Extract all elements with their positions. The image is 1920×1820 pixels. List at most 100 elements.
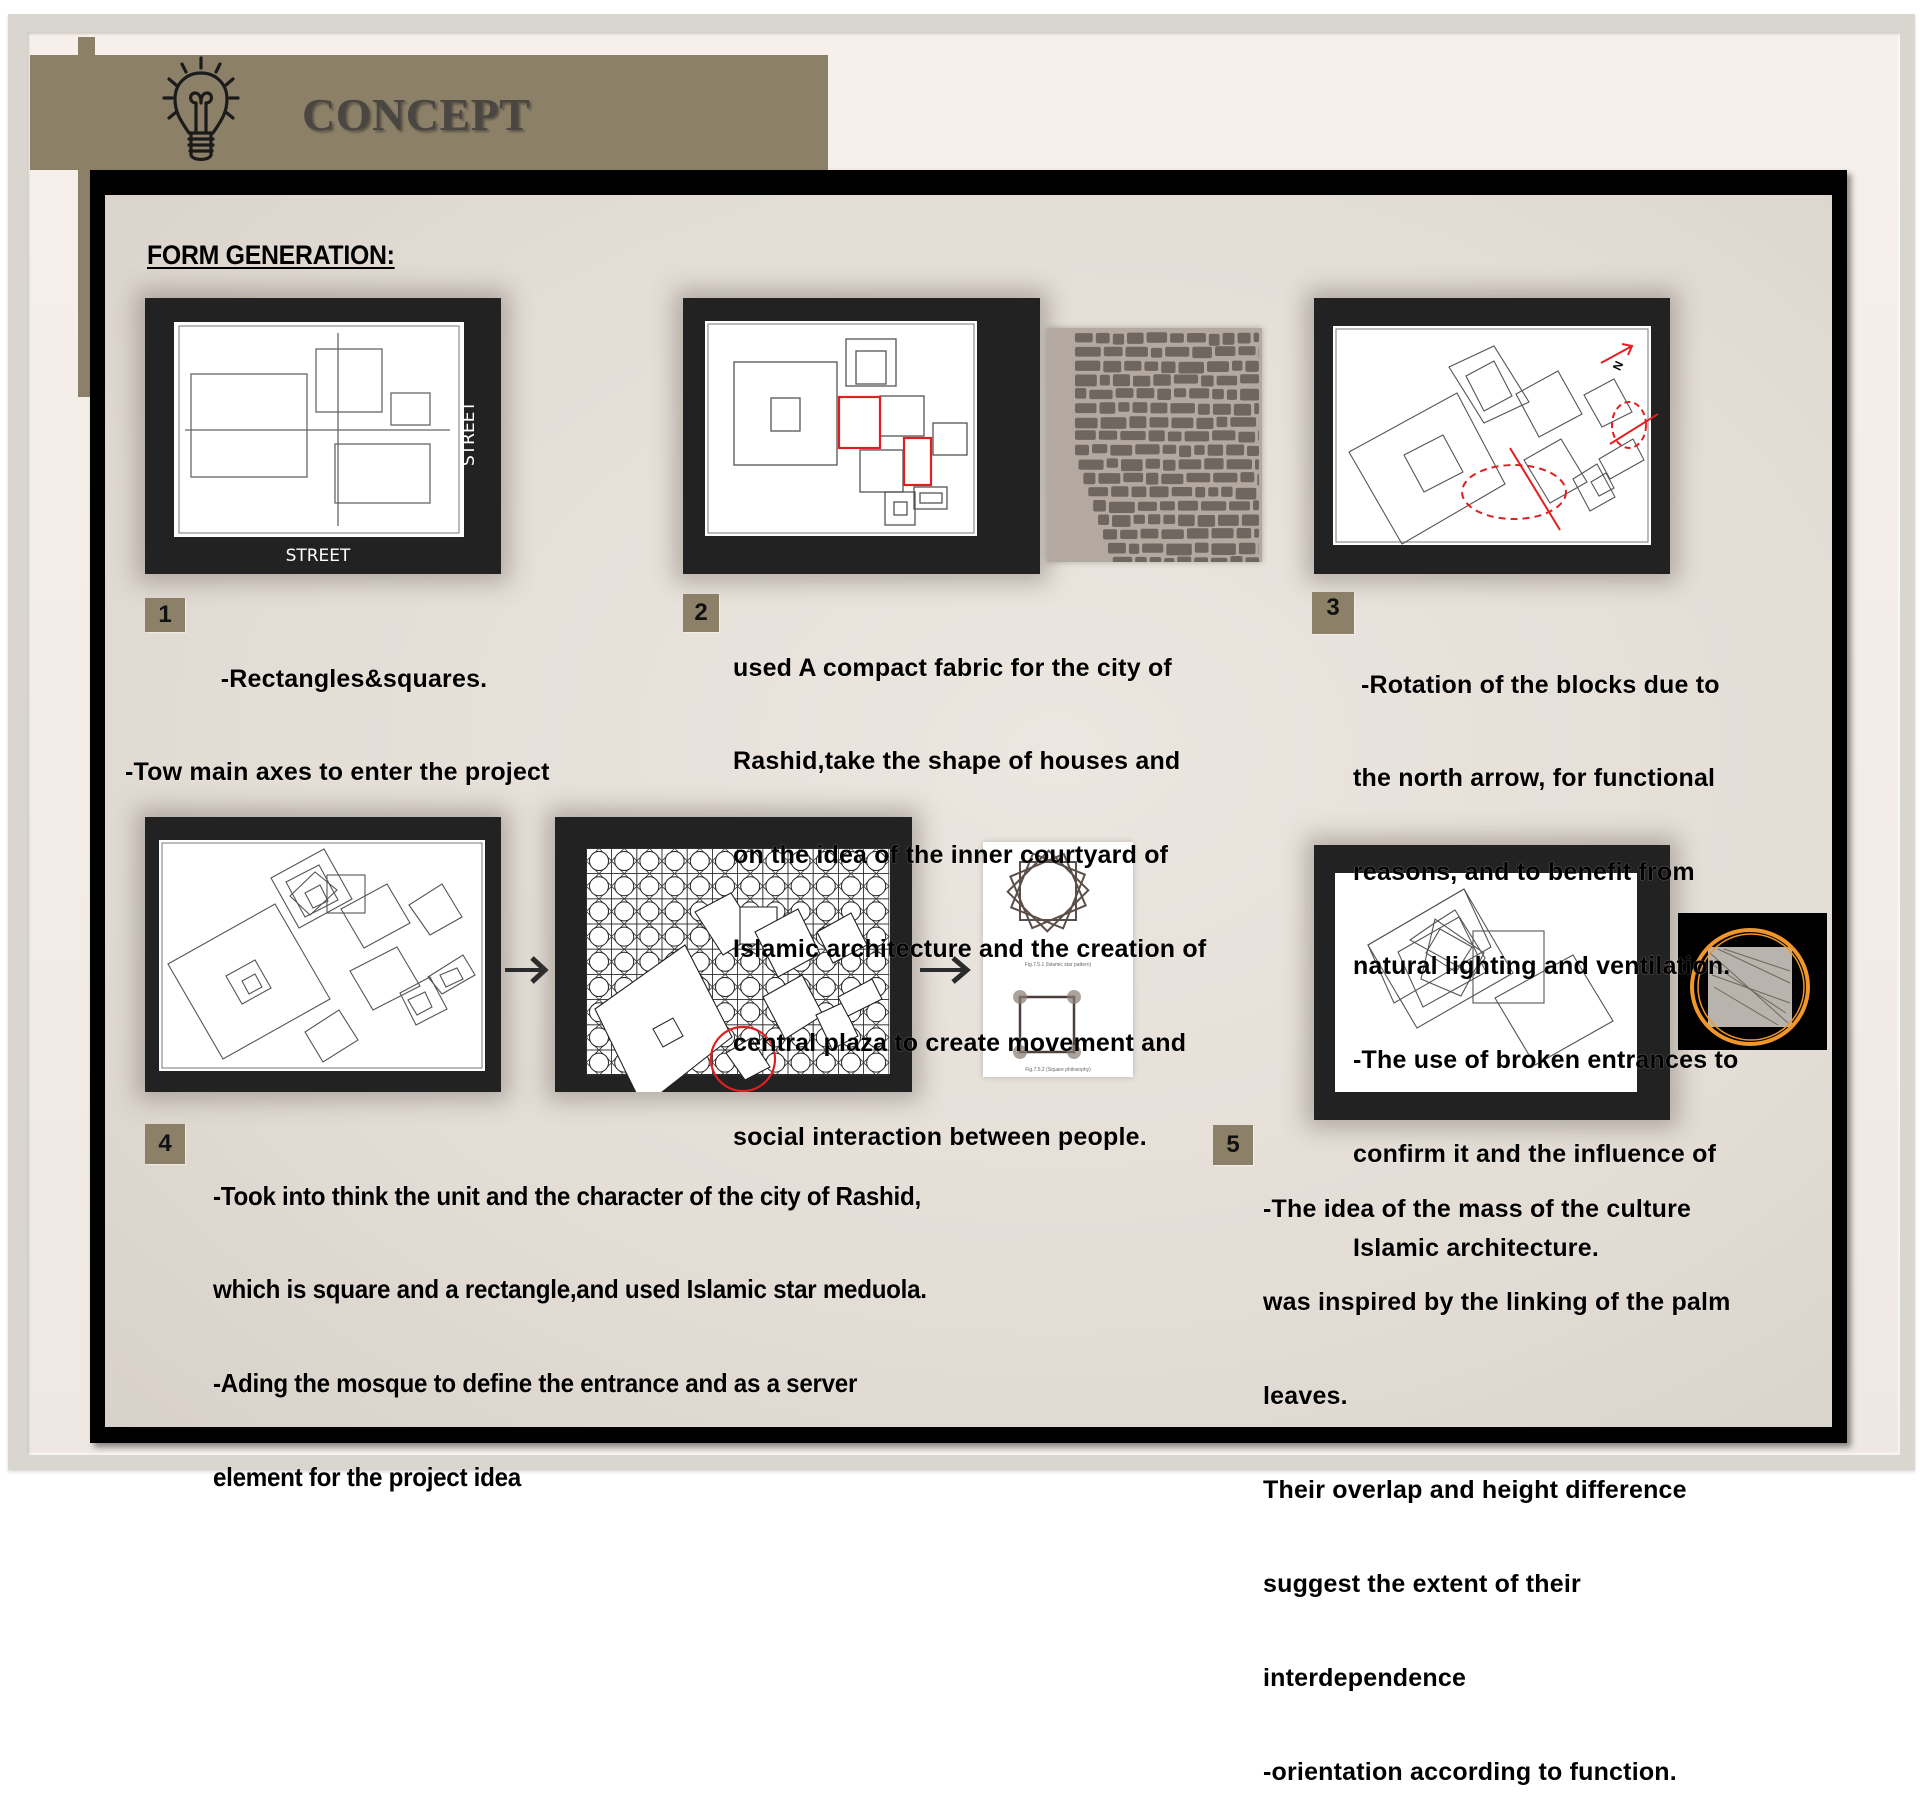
urban-block <box>1177 557 1191 563</box>
urban-block <box>1226 445 1244 456</box>
urban-block <box>1123 473 1143 482</box>
urban-block <box>1075 333 1093 342</box>
urban-block <box>1236 488 1257 500</box>
aerial-map-image <box>1047 328 1262 562</box>
description-line: used A compact fabric for the city of <box>733 653 1206 684</box>
urban-block <box>1075 418 1098 429</box>
description-line: interdependence <box>1263 1663 1731 1694</box>
urban-block <box>1238 333 1251 344</box>
urban-block <box>1141 529 1159 539</box>
description-line: -orientation according to function. <box>1263 1757 1731 1788</box>
urban-block <box>1198 404 1210 415</box>
urban-block <box>1151 348 1162 358</box>
pattern-motif <box>640 852 659 871</box>
urban-block <box>1187 333 1206 343</box>
pattern-motif <box>640 902 659 921</box>
urban-block <box>1208 487 1218 496</box>
urban-block <box>1217 417 1228 427</box>
step-badge: 5 <box>1213 1125 1253 1165</box>
urban-block <box>1100 402 1116 414</box>
urban-block <box>1079 460 1104 470</box>
pattern-motif <box>665 852 684 871</box>
urban-block <box>1257 474 1259 485</box>
description-line: the north arrow, for functional <box>1353 763 1738 794</box>
urban-block <box>1107 458 1118 467</box>
urban-block <box>1146 473 1158 485</box>
urban-block <box>1146 459 1160 469</box>
pattern-motif <box>590 927 609 946</box>
urban-block <box>1109 502 1135 513</box>
urban-block <box>1237 528 1252 538</box>
urban-block <box>1137 388 1155 398</box>
description-line: -The use of broken entrances to <box>1353 1045 1738 1076</box>
urban-block <box>1142 544 1163 553</box>
urban-block <box>1124 361 1141 371</box>
description-line: -Rotation of the blocks due to <box>1361 670 1738 701</box>
step-badge: 3 <box>1312 592 1354 634</box>
urban-block <box>1240 374 1259 383</box>
pattern-motif <box>690 852 709 871</box>
step-1-description: -Rectangles&squares. -Tow main axes to e… <box>125 601 550 820</box>
street-label-right: STREET <box>459 406 479 466</box>
urban-block <box>1150 486 1169 497</box>
urban-block <box>1112 515 1131 527</box>
urban-block <box>1172 487 1193 496</box>
urban-block <box>1133 376 1150 387</box>
urban-block <box>1174 375 1198 384</box>
urban-block <box>1227 459 1252 469</box>
urban-block <box>1103 529 1117 539</box>
urban-block <box>1096 333 1110 344</box>
urban-block <box>1150 403 1167 414</box>
urban-block <box>1245 361 1258 372</box>
urban-block <box>1161 474 1183 484</box>
pattern-motif <box>665 877 684 896</box>
urban-block <box>1113 557 1132 562</box>
urban-block <box>1075 388 1086 399</box>
urban-block <box>1161 362 1175 374</box>
urban-block <box>1178 501 1198 511</box>
urban-block <box>1170 333 1184 343</box>
urban-block <box>1212 528 1234 538</box>
urban-block <box>1075 375 1097 387</box>
urban-block <box>1189 388 1209 398</box>
section-title: FORM GENERATION: <box>147 240 395 271</box>
urban-block <box>1174 388 1186 397</box>
urban-block <box>1232 361 1242 371</box>
pattern-motif <box>665 902 684 921</box>
urban-block <box>1108 543 1126 554</box>
urban-block <box>1221 487 1232 497</box>
urban-block <box>1192 347 1212 358</box>
pattern-motif <box>665 927 684 946</box>
urban-block <box>1240 472 1254 482</box>
urban-block <box>1211 558 1227 562</box>
urban-block <box>1196 418 1213 429</box>
urban-block <box>1198 515 1215 527</box>
urban-block <box>1213 473 1237 483</box>
urban-block <box>1227 390 1237 400</box>
urban-block <box>1255 459 1259 470</box>
urban-block <box>1144 362 1158 371</box>
description-line: -Ading the mosque to define the entrance… <box>213 1368 927 1399</box>
urban-block <box>1230 417 1256 427</box>
lightbulb-icon <box>155 55 247 167</box>
urban-block <box>1254 529 1259 538</box>
urban-block <box>1170 403 1195 413</box>
description-line: Rashid,take the shape of houses and <box>733 746 1206 777</box>
urban-block <box>1127 333 1144 344</box>
urban-block <box>1113 334 1124 345</box>
pattern-motif <box>716 952 735 971</box>
urban-block <box>1179 446 1191 458</box>
urban-block <box>1204 458 1223 469</box>
urban-block <box>1164 558 1174 562</box>
urban-block <box>1215 346 1235 356</box>
urban-block <box>1111 486 1128 496</box>
description-line: -Rectangles&squares. <box>185 664 550 695</box>
urban-block <box>1129 416 1146 428</box>
description-line: element for the project idea <box>213 1462 927 1493</box>
urban-block <box>1089 390 1112 399</box>
step-3-diagram: N <box>1314 298 1670 574</box>
pattern-motif <box>590 952 609 971</box>
pattern-motif <box>640 877 659 896</box>
urban-block <box>1242 515 1259 526</box>
urban-block <box>1185 431 1210 441</box>
